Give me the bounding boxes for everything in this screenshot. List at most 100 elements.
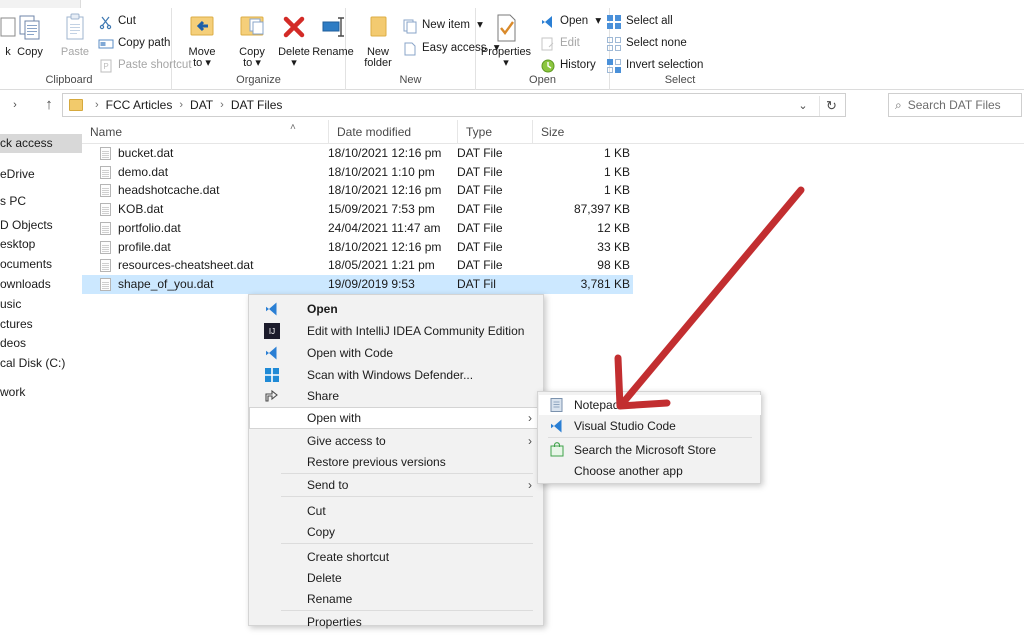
menu-item-restore-previous-versions[interactable]: Restore previous versions bbox=[250, 452, 544, 472]
table-row[interactable]: resources-cheatsheet.dat18/05/2021 1:21 … bbox=[82, 256, 633, 275]
submenu-item-visual-studio-code[interactable]: Visual Studio Code bbox=[539, 416, 761, 436]
menu-item-label: Share bbox=[307, 389, 339, 403]
properties-caret[interactable]: ▾ bbox=[478, 58, 534, 69]
submenu-item-search-the-microsoft-store[interactable]: Search the Microsoft Store bbox=[539, 440, 761, 460]
submenu-item-notepad[interactable]: Notepad bbox=[539, 395, 761, 415]
column-header-size[interactable]: Size bbox=[532, 120, 633, 144]
open-button[interactable]: Open ▾ bbox=[538, 12, 601, 31]
file-size: 87,397 KB bbox=[500, 200, 630, 219]
menu-separator bbox=[281, 543, 533, 544]
table-row[interactable]: bucket.dat18/10/2021 12:16 pmDAT File1 K… bbox=[82, 144, 633, 163]
dat-file-icon bbox=[100, 259, 111, 272]
column-header-date-modified[interactable]: Date modified bbox=[328, 120, 457, 144]
invert-selection-button[interactable]: Invert selection bbox=[598, 56, 703, 75]
dat-file-icon bbox=[100, 203, 111, 216]
menu-separator bbox=[281, 496, 533, 497]
sidebar-item-2[interactable]: s PC bbox=[0, 192, 82, 211]
sidebar-item-8[interactable]: ctures bbox=[0, 315, 82, 334]
ribbon: k Copy Paste bbox=[0, 0, 1024, 90]
column-header-type[interactable]: Type bbox=[457, 120, 532, 144]
active-tab-surface bbox=[80, 0, 1024, 8]
back-button[interactable]: › bbox=[2, 90, 28, 120]
sidebar-item-4[interactable]: esktop bbox=[0, 235, 82, 254]
menu-item-label: Scan with Windows Defender... bbox=[307, 368, 473, 382]
new-folder-button[interactable]: New folder bbox=[356, 12, 400, 69]
menu-item-edit-with-intellij-idea-community-edition[interactable]: IJEdit with IntelliJ IDEA Community Edit… bbox=[250, 321, 544, 341]
navigation-pane: ck access eDrive s PC D Objectsesktopocumen… bbox=[0, 120, 82, 640]
store-icon bbox=[549, 442, 565, 458]
file-type: DAT File bbox=[457, 181, 503, 200]
menu-item-open-with[interactable]: Open with› bbox=[249, 407, 545, 429]
history-button[interactable]: History bbox=[538, 56, 596, 75]
delete-dropdown-caret[interactable]: ▾ bbox=[272, 58, 316, 69]
sidebar-item-6[interactable]: ownloads bbox=[0, 275, 82, 294]
sidebar-item-10[interactable]: cal Disk (C:) bbox=[0, 354, 82, 373]
select-none-label: Select none bbox=[626, 37, 687, 49]
select-none-button[interactable]: Select none bbox=[598, 34, 687, 53]
breadcrumb-item-1[interactable]: DAT bbox=[190, 98, 213, 112]
menu-item-send-to[interactable]: Send to› bbox=[250, 475, 544, 495]
properties-button[interactable]: Properties ▾ bbox=[478, 12, 534, 69]
cut-button[interactable]: Cut bbox=[96, 12, 136, 31]
new-item-button[interactable]: New item ▾ bbox=[400, 16, 483, 35]
context-menu[interactable]: OpenIJEdit with IntelliJ IDEA Community … bbox=[248, 294, 544, 626]
file-name: demo.dat bbox=[118, 163, 168, 182]
table-row[interactable]: portfolio.dat24/04/2021 11:47 amDAT File… bbox=[82, 219, 633, 238]
sidebar-item-7[interactable]: usic bbox=[0, 295, 82, 314]
menu-item-delete[interactable]: Delete bbox=[250, 568, 544, 588]
up-button[interactable]: ↑ bbox=[36, 90, 62, 120]
breadcrumb-item-2[interactable]: DAT Files bbox=[231, 98, 283, 112]
copy-to-button[interactable]: Copy to ▾ bbox=[230, 12, 274, 69]
sidebar-item-5[interactable]: ocuments bbox=[0, 255, 82, 274]
ribbon-group-select: Select all Select none Invert selection … bbox=[610, 8, 774, 90]
menu-item-open-with-code[interactable]: Open with Code bbox=[250, 343, 544, 363]
ribbon-group-organize: Move to ▾ Copy to ▾ Delete ▾ bbox=[172, 8, 346, 90]
select-all-button[interactable]: Select all bbox=[598, 12, 673, 31]
table-row[interactable]: profile.dat18/10/2021 12:16 pmDAT File33… bbox=[82, 238, 633, 257]
copy-to-label-line2: to ▾ bbox=[230, 58, 274, 69]
sidebar-item-9[interactable]: deos bbox=[0, 334, 82, 353]
menu-item-open[interactable]: Open bbox=[250, 299, 544, 319]
dat-file-icon bbox=[100, 278, 111, 291]
sidebar-item-1[interactable]: eDrive bbox=[0, 165, 82, 184]
chevron-right-icon: › bbox=[528, 408, 532, 428]
breadcrumb-dropdown-icon[interactable]: ⌄ bbox=[791, 94, 815, 118]
copy-path-icon bbox=[98, 36, 114, 52]
submenu-item-choose-another-app[interactable]: Choose another app bbox=[539, 461, 761, 481]
file-date-modified: 18/10/2021 12:16 pm bbox=[328, 181, 441, 200]
copy-icon bbox=[8, 12, 52, 44]
menu-item-cut[interactable]: Cut bbox=[250, 501, 544, 521]
open-with-submenu[interactable]: NotepadVisual Studio Code Search the Micr… bbox=[537, 391, 761, 484]
copy-button[interactable]: Copy bbox=[8, 12, 52, 58]
move-to-button[interactable]: Move to ▾ bbox=[180, 12, 224, 69]
sidebar-item-3[interactable]: D Objects bbox=[0, 216, 82, 235]
history-label: History bbox=[560, 59, 596, 71]
sidebar-item-0[interactable]: ck access bbox=[0, 134, 82, 153]
table-row[interactable]: KOB.dat15/09/2021 7:53 pmDAT File87,397 … bbox=[82, 200, 633, 219]
table-row[interactable]: shape_of_you.dat19/09/2019 9:53DAT Fil3,… bbox=[82, 275, 633, 294]
submenu-item-label: Search the Microsoft Store bbox=[574, 443, 716, 457]
refresh-icon[interactable]: ↻ bbox=[819, 96, 843, 116]
menu-item-share[interactable]: Share bbox=[250, 386, 544, 406]
breadcrumb[interactable]: › FCC Articles › DAT › DAT Files ⌄ ↻ bbox=[62, 93, 846, 117]
edit-button[interactable]: Edit bbox=[538, 34, 580, 53]
search-input[interactable]: ⌕ Search DAT Files bbox=[888, 93, 1022, 117]
menu-separator bbox=[281, 473, 533, 474]
file-size: 33 KB bbox=[500, 238, 630, 257]
menu-item-rename[interactable]: Rename bbox=[250, 589, 544, 609]
new-folder-label-line2: folder bbox=[356, 58, 400, 69]
paste-button[interactable]: Paste bbox=[53, 12, 97, 58]
menu-item-scan-with-windows-defender[interactable]: Scan with Windows Defender... bbox=[250, 365, 544, 385]
sidebar-item-11[interactable]: work bbox=[0, 383, 82, 402]
breadcrumb-item-0[interactable]: FCC Articles bbox=[106, 98, 173, 112]
menu-item-create-shortcut[interactable]: Create shortcut bbox=[250, 547, 544, 567]
table-row[interactable]: demo.dat18/10/2021 1:10 pmDAT File1 KB bbox=[82, 163, 633, 182]
menu-item-label: Create shortcut bbox=[307, 550, 389, 564]
menu-item-copy[interactable]: Copy bbox=[250, 522, 544, 542]
menu-item-give-access-to[interactable]: Give access to› bbox=[250, 431, 544, 451]
menu-item-properties[interactable]: Properties bbox=[250, 612, 544, 632]
table-row[interactable]: headshotcache.dat18/10/2021 12:16 pmDAT … bbox=[82, 181, 633, 200]
sort-ascending-icon: ˄ bbox=[290, 122, 296, 133]
copy-path-button[interactable]: Copy path bbox=[96, 34, 170, 53]
history-icon bbox=[540, 58, 556, 74]
